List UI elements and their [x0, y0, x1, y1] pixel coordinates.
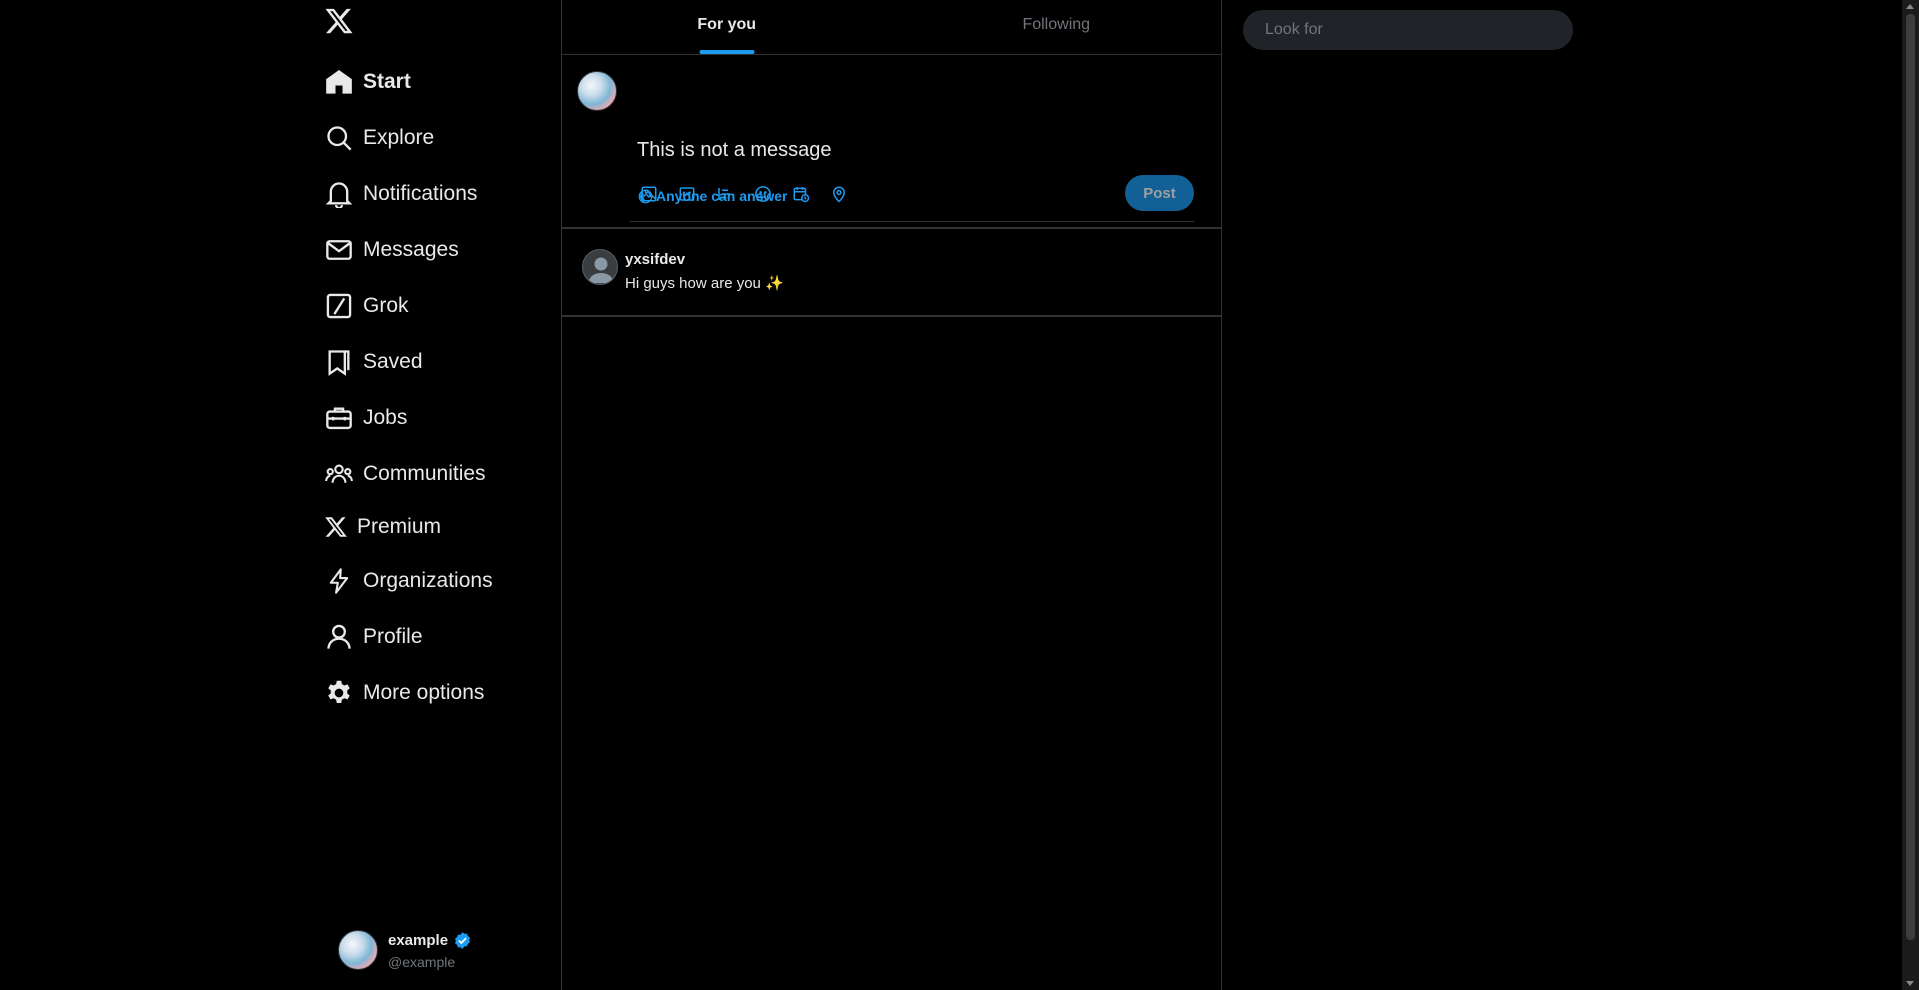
account-name: example — [388, 931, 449, 949]
home-icon — [324, 67, 354, 97]
nav-item-notifications[interactable]: Notifications — [324, 174, 477, 214]
account-handle: @example — [388, 953, 456, 970]
composer-input[interactable] — [637, 139, 1177, 162]
right-column — [1222, 0, 1902, 990]
schedule-icon[interactable] — [792, 180, 830, 208]
nav-label: Explore — [363, 126, 435, 149]
nav-item-organizations[interactable]: Organizations — [324, 561, 493, 601]
composer-divider — [630, 221, 1194, 222]
nav-label: Saved — [363, 350, 423, 373]
post-text: Hi guys how are you ✨ — [625, 275, 784, 292]
x-logo-icon — [324, 512, 348, 542]
gif-icon[interactable] — [678, 180, 716, 208]
emoji-icon[interactable] — [754, 180, 792, 208]
verified-badge-icon — [455, 931, 470, 949]
post-item[interactable]: yxsifdev Hi guys how are you ✨ — [562, 229, 1221, 317]
search-input[interactable] — [1243, 10, 1573, 50]
nav-label: Profile — [363, 625, 423, 648]
poll-icon[interactable] — [716, 180, 754, 208]
nav-item-jobs[interactable]: Jobs — [324, 398, 407, 438]
composer-avatar — [577, 71, 617, 111]
nav-label: Jobs — [363, 406, 408, 429]
nav-label: Notifications — [363, 182, 478, 205]
main-timeline: For you Following Anyone can answer — [561, 0, 1222, 990]
post-author[interactable]: yxsifdev — [625, 251, 685, 268]
post-button[interactable]: Post — [1125, 175, 1194, 211]
nav-label: More options — [363, 681, 485, 704]
active-tab-indicator — [699, 50, 755, 54]
default-avatar-icon[interactable] — [582, 249, 618, 285]
nav-label: Grok — [363, 294, 409, 317]
timeline-tabs: For you Following — [562, 0, 1221, 55]
nav-item-start[interactable]: Start — [324, 62, 411, 102]
nav-label: Premium — [357, 515, 442, 538]
scroll-down-icon[interactable] — [1906, 981, 1914, 986]
nav-item-communities[interactable]: Communities — [324, 454, 486, 494]
gear-icon — [324, 678, 354, 708]
scrollbar[interactable] — [1902, 0, 1919, 990]
people-icon — [324, 459, 354, 489]
scroll-up-icon[interactable] — [1906, 4, 1914, 9]
app-root: Start Explore Notifications Messages Gro — [0, 0, 1919, 990]
x-logo-icon[interactable] — [324, 6, 356, 38]
tab-for-you[interactable]: For you — [562, 0, 892, 54]
nav-item-saved[interactable]: Saved — [324, 342, 423, 382]
briefcase-icon — [324, 403, 354, 433]
account-switcher[interactable]: example @example — [338, 928, 472, 972]
nav-label: Start — [363, 70, 411, 93]
tab-label: For you — [697, 16, 757, 33]
avatar — [338, 930, 378, 970]
person-icon — [324, 622, 354, 652]
envelope-icon — [324, 235, 354, 265]
tab-label: Following — [1022, 16, 1091, 33]
lightning-icon — [324, 566, 354, 596]
search-icon — [324, 123, 354, 153]
tab-following[interactable]: Following — [892, 0, 1222, 54]
location-icon[interactable] — [830, 180, 868, 208]
grok-icon — [324, 291, 354, 321]
nav-item-more-options[interactable]: More options — [324, 673, 484, 713]
bookmark-icon — [324, 347, 354, 377]
nav-item-grok[interactable]: Grok — [324, 286, 409, 326]
account-name-row: example — [388, 931, 472, 950]
nav-label: Messages — [363, 238, 459, 261]
sidebar: Start Explore Notifications Messages Gro — [0, 0, 561, 990]
image-icon[interactable] — [640, 180, 678, 208]
bell-icon — [324, 179, 354, 209]
nav-item-premium[interactable]: Premium — [324, 507, 441, 547]
composer-toolbar — [640, 180, 868, 208]
account-info: example @example — [388, 931, 472, 970]
nav-label: Communities — [363, 462, 486, 485]
nav-item-explore[interactable]: Explore — [324, 118, 434, 158]
nav-label: Organizations — [363, 569, 493, 592]
nav-item-profile[interactable]: Profile — [324, 617, 423, 657]
scrollbar-thumb[interactable] — [1906, 14, 1915, 940]
timeline-separator — [562, 315, 1221, 316]
nav-item-messages[interactable]: Messages — [324, 230, 459, 270]
